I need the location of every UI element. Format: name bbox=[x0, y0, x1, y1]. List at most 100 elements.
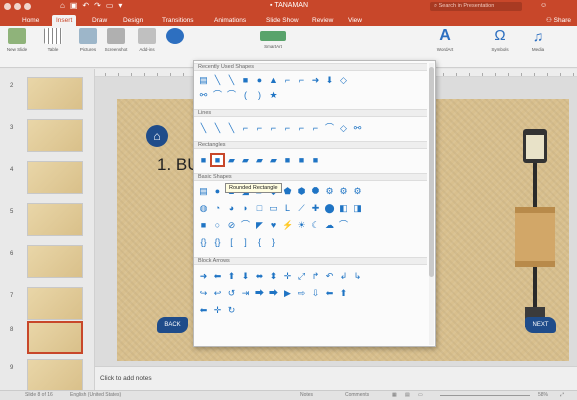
shape-option[interactable]: ➜ bbox=[310, 75, 321, 85]
shape-option[interactable]: ⚡ bbox=[282, 220, 293, 230]
shape-option[interactable]: ↱ bbox=[310, 271, 321, 281]
tab-draw[interactable]: Draw bbox=[88, 15, 111, 26]
shape-option[interactable]: ↻ bbox=[226, 305, 237, 315]
fit-slide-icon[interactable]: ⤢ bbox=[560, 391, 564, 400]
account-icon[interactable]: ☺ bbox=[540, 2, 547, 9]
shape-option[interactable]: ➜ bbox=[198, 271, 209, 281]
shape-option[interactable]: ⇥ bbox=[240, 288, 251, 298]
shape-option[interactable]: ◗ bbox=[240, 203, 251, 213]
shape-option[interactable]: {} bbox=[212, 237, 223, 247]
tab-review[interactable]: Review bbox=[308, 15, 337, 26]
shape-option[interactable]: ▶ bbox=[282, 288, 293, 298]
shape-option[interactable]: ( bbox=[240, 90, 251, 100]
shape-option[interactable]: ★ bbox=[268, 90, 279, 100]
tab-design[interactable]: Design bbox=[119, 15, 147, 26]
shape-option[interactable]: ⌒ bbox=[212, 90, 223, 100]
new-slide-button[interactable]: New Slide bbox=[2, 28, 32, 52]
tab-slide-show[interactable]: Slide Show bbox=[262, 15, 303, 26]
shape-option[interactable]: ↳ bbox=[352, 271, 363, 281]
comments-toggle-button[interactable]: Comments bbox=[345, 391, 369, 400]
tab-home[interactable]: Home bbox=[18, 15, 43, 26]
shape-option[interactable]: ⇨ bbox=[296, 288, 307, 298]
save-icon[interactable]: ▣ bbox=[70, 1, 78, 10]
dropdown-scrollbar[interactable] bbox=[429, 63, 434, 345]
shape-option[interactable]: ⌒ bbox=[324, 123, 335, 133]
present-icon[interactable]: ▭ bbox=[106, 1, 114, 10]
shape-option[interactable]: ⬅ bbox=[198, 305, 209, 315]
zoom-level[interactable]: 58% bbox=[538, 391, 548, 400]
shape-option[interactable]: ╲ bbox=[226, 75, 237, 85]
shape-option[interactable]: } bbox=[268, 237, 279, 247]
shape-option[interactable]: ╲ bbox=[198, 123, 209, 133]
normal-view-icon[interactable]: ▦ bbox=[392, 391, 397, 400]
shape-option[interactable]: ◨ bbox=[352, 203, 363, 213]
shape-option[interactable]: ■ bbox=[310, 155, 321, 165]
symbols-button[interactable]: Ω Symbols bbox=[485, 28, 515, 53]
slide-thumbnail[interactable] bbox=[27, 359, 83, 390]
shape-option[interactable]: ⌒ bbox=[338, 220, 349, 230]
shape-option[interactable]: ╲ bbox=[212, 123, 223, 133]
shape-option[interactable]: ⌐ bbox=[296, 123, 307, 133]
shape-option[interactable]: ⚯ bbox=[198, 90, 209, 100]
home-icon[interactable]: ⌂ bbox=[146, 125, 168, 147]
shape-option[interactable]: ⬟ bbox=[282, 186, 293, 196]
shape-option[interactable]: ■ bbox=[282, 155, 293, 165]
shape-option[interactable]: ⚙ bbox=[352, 186, 363, 196]
shape-option[interactable]: ▰ bbox=[268, 155, 279, 165]
shape-option[interactable]: ▭ bbox=[268, 203, 279, 213]
home-icon[interactable]: ⌂ bbox=[60, 1, 65, 10]
shape-option[interactable]: ╲ bbox=[212, 75, 223, 85]
shape-option[interactable]: ⌒ bbox=[240, 220, 251, 230]
shape-option[interactable]: □ bbox=[254, 203, 265, 213]
shape-option[interactable]: ■ bbox=[198, 220, 209, 230]
shape-option[interactable]: ◧ bbox=[338, 203, 349, 213]
search-input[interactable]: ⌕ Search in Presentation bbox=[430, 2, 522, 11]
shape-option[interactable]: ⊘ bbox=[226, 220, 237, 230]
add-ins-button[interactable]: Add-ins bbox=[132, 28, 162, 52]
undo-icon[interactable]: ↶ bbox=[82, 1, 89, 10]
close-window-button[interactable] bbox=[4, 3, 11, 10]
shape-option[interactable]: ╲ bbox=[226, 123, 237, 133]
scrollbar-thumb[interactable] bbox=[429, 67, 434, 277]
slide-thumbnail[interactable] bbox=[27, 77, 83, 110]
shape-option[interactable]: ▤ bbox=[198, 75, 209, 85]
shape-option[interactable]: ◍ bbox=[198, 203, 209, 213]
language-indicator[interactable]: English (United States) bbox=[70, 391, 121, 400]
slide-thumbnail[interactable] bbox=[27, 203, 83, 236]
shape-option[interactable]: ⮕ bbox=[268, 288, 279, 298]
shape-option[interactable]: ⚙ bbox=[324, 186, 335, 196]
notes-toggle-button[interactable]: Notes bbox=[300, 391, 313, 400]
shape-option[interactable]: ⬇ bbox=[240, 271, 251, 281]
shape-option[interactable]: ⬢ bbox=[296, 186, 307, 196]
shape-option[interactable]: ⌐ bbox=[296, 75, 307, 85]
shape-option[interactable]: ⬆ bbox=[226, 271, 237, 281]
tab-transitions[interactable]: Transitions bbox=[158, 15, 198, 26]
media-button[interactable]: ♫ Media bbox=[523, 28, 553, 52]
shape-option[interactable]: ↶ bbox=[324, 271, 335, 281]
shape-option[interactable]: L bbox=[282, 203, 293, 213]
shape-option[interactable]: ⬆ bbox=[338, 288, 349, 298]
shape-option[interactable]: ▰ bbox=[240, 155, 251, 165]
sorter-view-icon[interactable]: ▤ bbox=[405, 391, 410, 400]
tab-view[interactable]: View bbox=[344, 15, 366, 26]
shapes-gallery-button[interactable] bbox=[160, 28, 190, 44]
shape-option[interactable]: ⬤ bbox=[324, 203, 335, 213]
shape-option[interactable]: ⤢ bbox=[296, 271, 307, 281]
shape-option[interactable]: ⬍ bbox=[268, 271, 279, 281]
slide-thumbnail[interactable] bbox=[27, 119, 83, 152]
screenshot-button[interactable]: Screenshot bbox=[101, 28, 131, 52]
shape-option[interactable]: ⚯ bbox=[352, 123, 363, 133]
shape-option[interactable]: ▰ bbox=[226, 155, 237, 165]
redo-icon[interactable]: ↷ bbox=[94, 1, 101, 10]
shape-option[interactable]: ↲ bbox=[338, 271, 349, 281]
maximize-window-button[interactable] bbox=[24, 3, 31, 10]
shape-option[interactable]: ⌐ bbox=[282, 123, 293, 133]
smartart-button[interactable]: SmartArt bbox=[258, 28, 288, 49]
pictures-button[interactable]: Pictures bbox=[73, 28, 103, 52]
tab-insert[interactable]: Insert bbox=[52, 15, 77, 26]
shape-option[interactable]: ⬅ bbox=[212, 271, 223, 281]
shape-option[interactable]: ⬌ bbox=[254, 271, 265, 281]
shape-option[interactable]: ⬇ bbox=[324, 75, 335, 85]
shape-option[interactable]: [ bbox=[226, 237, 237, 247]
shape-option[interactable]: ⌐ bbox=[240, 123, 251, 133]
